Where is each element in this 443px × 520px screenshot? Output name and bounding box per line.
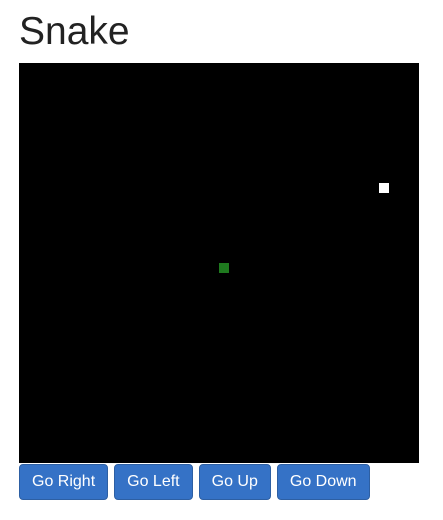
page: Snake Go Right Go Left Go Up Go Down (0, 0, 443, 520)
game-board (19, 63, 419, 463)
go-down-button[interactable]: Go Down (276, 464, 370, 500)
food-pellet (379, 183, 389, 193)
page-title: Snake (19, 10, 130, 53)
snake-segment (219, 263, 229, 273)
go-right-button[interactable]: Go Right (19, 464, 109, 500)
go-left-button[interactable]: Go Left (114, 464, 193, 500)
go-up-button[interactable]: Go Up (198, 464, 271, 500)
direction-controls: Go Right Go Left Go Up Go Down (19, 464, 370, 500)
